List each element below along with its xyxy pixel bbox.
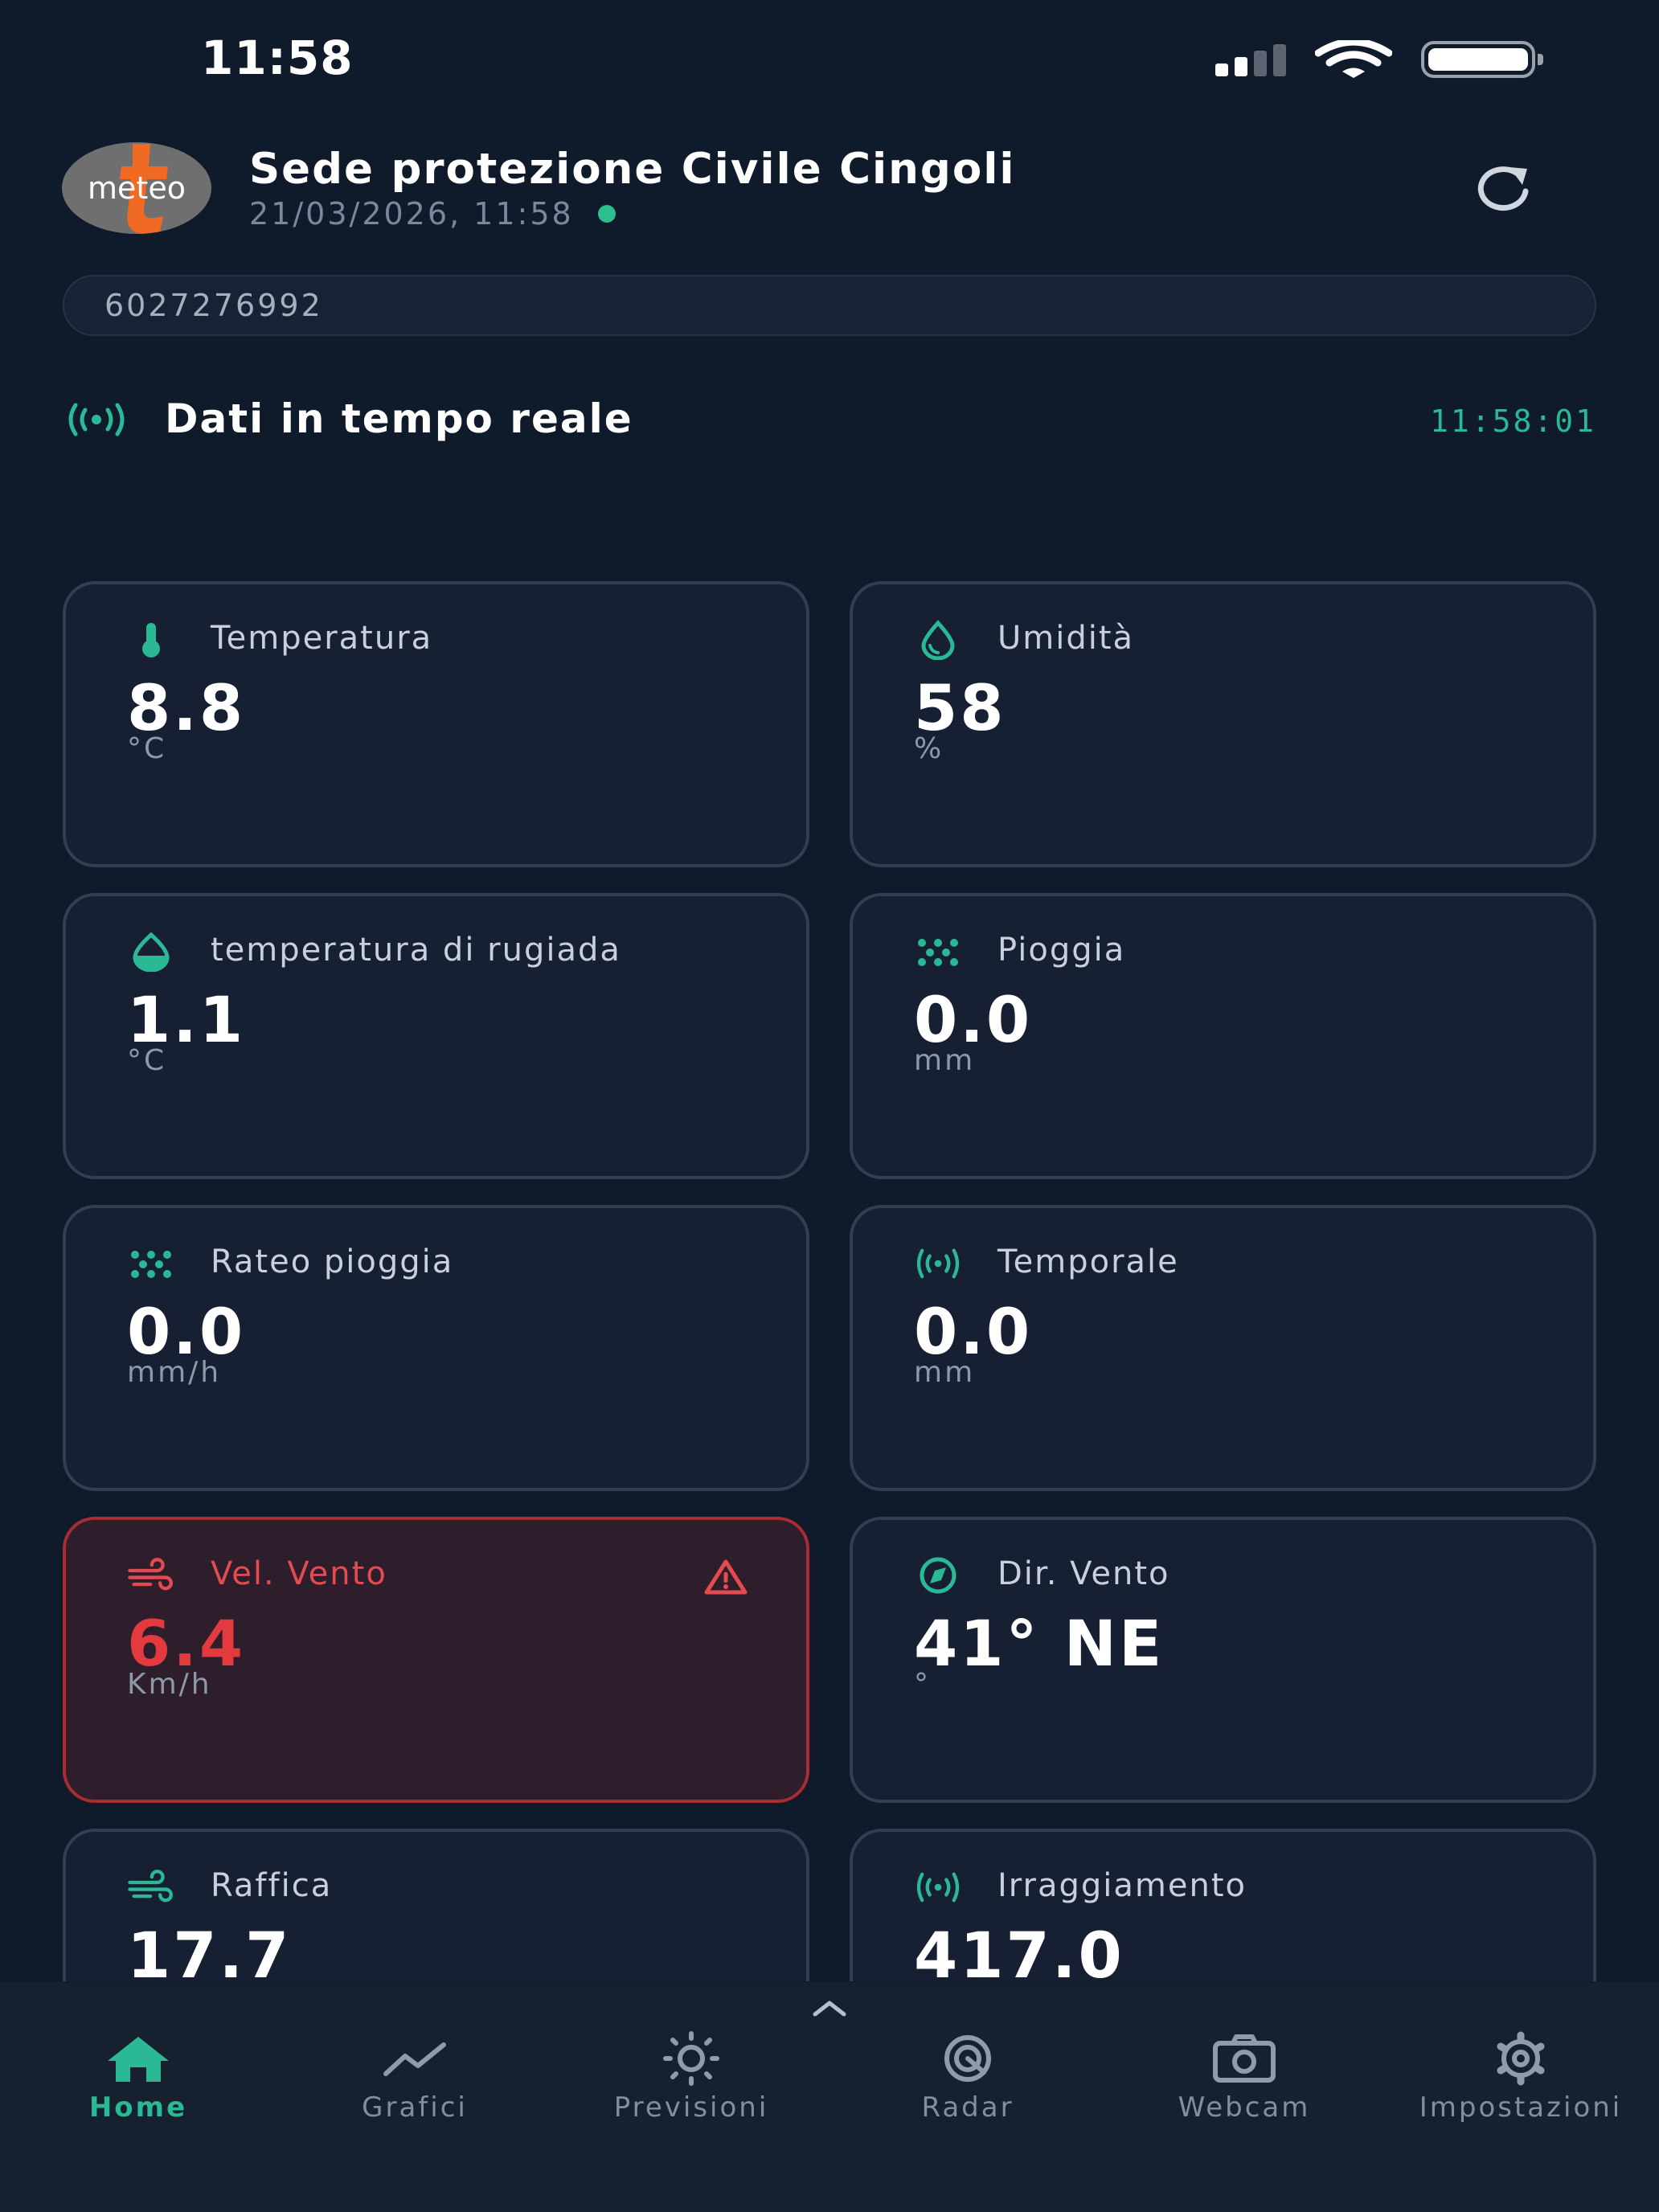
card-raffica[interactable]: Raffica 17.7 [63, 1829, 809, 1981]
rain-icon [131, 1251, 171, 1278]
card-value: 17.7 [127, 1920, 292, 1981]
compass-icon [920, 1557, 956, 1594]
radar-icon [944, 2035, 991, 2082]
nav-impostazioni[interactable]: Impostazioni [1382, 2030, 1659, 2159]
sun-icon [663, 2031, 719, 2086]
dewpoint-icon [133, 932, 170, 972]
card-rateo-pioggia[interactable]: Rateo pioggia 0.0 mm/h [63, 1205, 809, 1491]
live-signal-icon [68, 403, 125, 436]
warning-icon [704, 1559, 748, 1595]
realtime-title: Dati in tempo reale [165, 395, 633, 442]
nav-grafici[interactable]: Grafici [276, 2030, 553, 2159]
card-umidita[interactable]: Umidità 58 % [850, 581, 1596, 867]
nav-label: Previsioni [613, 2091, 769, 2124]
nav-label: Radar [921, 2091, 1014, 2124]
card-temperatura[interactable]: Temperatura 8.8 °C [63, 581, 809, 867]
card-unit: °C [127, 732, 167, 765]
card-label: Vel. Vento [211, 1555, 387, 1592]
card-vel-vento[interactable]: Vel. Vento 6.4 Km/h [63, 1517, 809, 1803]
nav-home[interactable]: Home [0, 2030, 276, 2159]
svg-text:meteo: meteo [88, 170, 186, 206]
battery-icon [1421, 41, 1543, 78]
card-value: 41° NE [914, 1608, 1165, 1681]
status-icons [1215, 40, 1543, 79]
card-unit: mm [914, 1356, 976, 1389]
nav-label: Impostazioni [1419, 2091, 1623, 2124]
refresh-button[interactable] [1468, 161, 1540, 217]
rain-icon [918, 939, 958, 966]
nav-label: Webcam [1178, 2091, 1311, 2124]
card-label: Temporale [997, 1243, 1179, 1280]
card-label: Rateo pioggia [211, 1243, 454, 1280]
card-label: temperatura di rugiada [211, 932, 621, 969]
card-value: 417.0 [914, 1920, 1124, 1981]
nav-previsioni[interactable]: Previsioni [553, 2030, 830, 2159]
thermometer-icon [142, 623, 160, 657]
nav-label: Home [88, 2091, 188, 2124]
gear-icon [1497, 2031, 1545, 2086]
refresh-icon [1477, 166, 1529, 211]
card-unit: % [914, 732, 944, 765]
card-label: Raffica [211, 1867, 333, 1904]
card-pioggia[interactable]: Pioggia 0.0 mm [850, 893, 1596, 1179]
card-rugiada[interactable]: temperatura di rugiada 1.1 °C [63, 893, 809, 1179]
wind-icon [128, 1558, 173, 1591]
bottom-navigation: Home Grafici Previsioni Radar Webcam Imp… [0, 1982, 1659, 2212]
card-irraggiamento[interactable]: Irraggiamento 417.0 [850, 1829, 1596, 1981]
card-unit: ° [914, 1668, 931, 1701]
status-time: 11:58 [201, 31, 354, 85]
card-label: Irraggiamento [997, 1867, 1247, 1904]
app-screen: 11:58 meteo Sede protezione Civile Cingo… [0, 0, 1659, 2212]
online-status-dot [597, 205, 616, 223]
weather-cards-grid: Temperatura 8.8 °C Umidità 58 % temperat… [63, 581, 1596, 1981]
camera-icon [1213, 2034, 1276, 2083]
wind-icon [128, 1870, 173, 1903]
chart-icon [383, 2042, 446, 2076]
chevron-up-icon[interactable] [812, 1998, 847, 2017]
wifi-icon [1315, 40, 1392, 78]
card-temporale[interactable]: Temporale 0.0 mm [850, 1205, 1596, 1491]
card-unit: Km/h [127, 1668, 212, 1701]
station-id-field[interactable] [63, 275, 1596, 336]
card-unit: mm [914, 1044, 976, 1077]
card-label: Umidità [997, 620, 1135, 657]
home-icon [108, 2037, 169, 2082]
station-name: Sede protezione Civile Cingoli [249, 145, 1016, 194]
nav-webcam[interactable]: Webcam [1106, 2030, 1382, 2159]
realtime-clock: 11:58:01 [1429, 403, 1596, 439]
card-label: Pioggia [997, 932, 1126, 969]
cellular-signal-icon [1215, 43, 1286, 76]
card-label: Dir. Vento [997, 1555, 1170, 1592]
signal-icon [916, 1248, 960, 1279]
droplet-icon [921, 620, 955, 660]
card-unit: mm/h [127, 1356, 222, 1389]
card-dir-vento[interactable]: Dir. Vento 41° NE ° [850, 1517, 1596, 1803]
nav-radar[interactable]: Radar [830, 2030, 1106, 2159]
last-update-datetime: 21/03/2026, 11:58 [249, 196, 574, 231]
card-unit: °C [127, 1044, 167, 1077]
nav-label: Grafici [362, 2091, 468, 2124]
station-subtitle: 21/03/2026, 11:58 [249, 196, 616, 231]
app-logo: meteo [62, 142, 211, 234]
card-label: Temperatura [211, 620, 433, 657]
signal-icon [916, 1872, 960, 1903]
